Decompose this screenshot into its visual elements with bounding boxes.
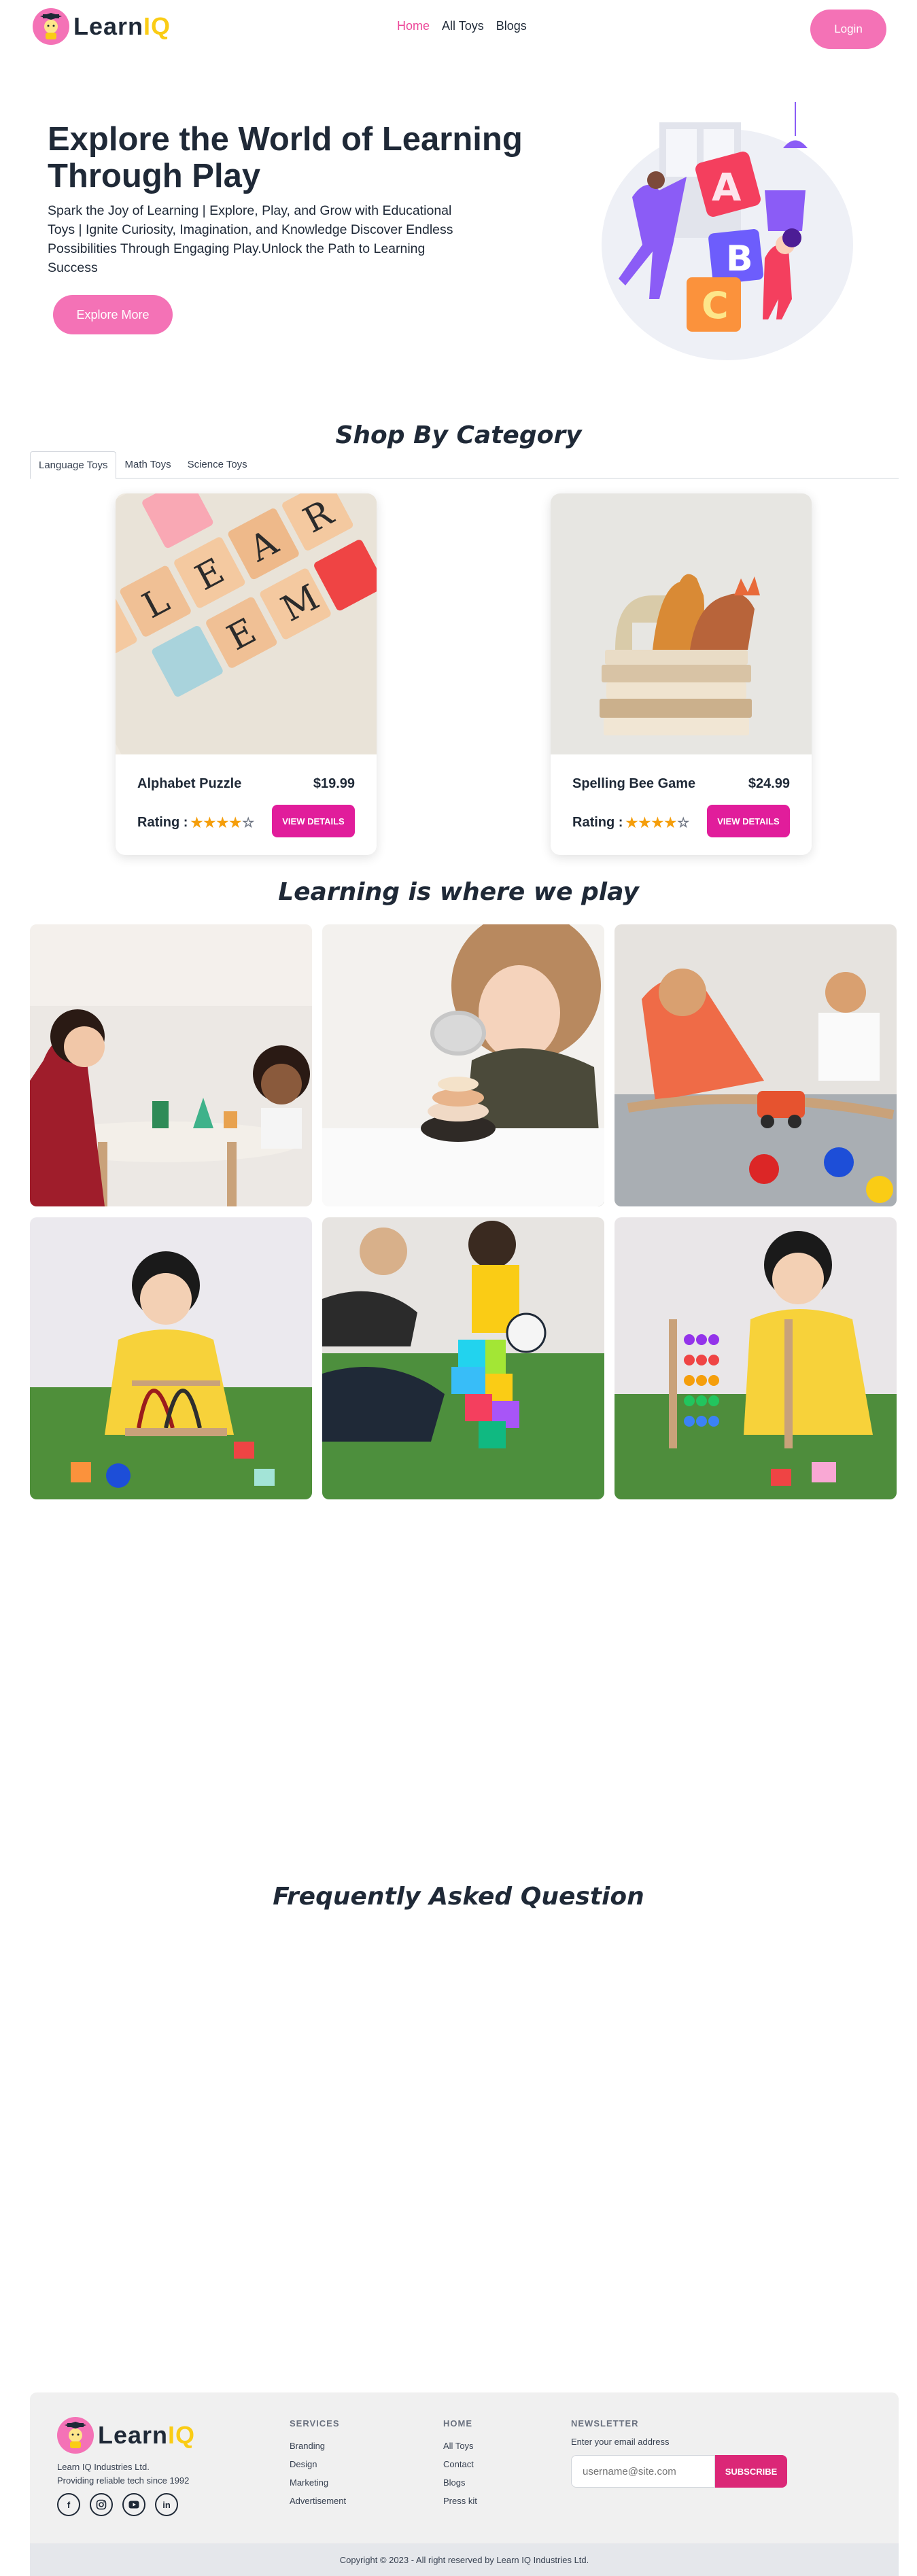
star-icon: ★ <box>203 816 216 831</box>
company-name: Learn IQ Industries Ltd. <box>57 2462 150 2472</box>
star-icon: ★ <box>625 816 638 831</box>
footer-link-advertisement[interactable]: Advertisement <box>290 2496 346 2506</box>
login-button[interactable]: Login <box>810 10 886 49</box>
hero-description: Spark the Joy of Learning | Explore, Pla… <box>48 203 453 275</box>
facebook-icon[interactable]: f <box>57 2493 80 2516</box>
footer-link-marketing[interactable]: Marketing <box>290 2477 346 2488</box>
product-rating: Rating : ★ ★ ★ ★ ☆ <box>572 814 689 831</box>
product-price: $24.99 <box>748 776 790 791</box>
footer-link-press-kit[interactable]: Press kit <box>443 2496 477 2506</box>
newsletter-form: SUBSCRIBE <box>571 2455 787 2488</box>
star-icon: ★ <box>190 816 203 831</box>
newsletter-email-input[interactable] <box>571 2455 715 2488</box>
newsletter-label: Enter your email address <box>571 2437 670 2447</box>
rating-stars: ★ ★ ★ ★ ☆ <box>625 814 689 831</box>
gallery-image-girls-wooden-toys <box>30 924 312 1206</box>
youtube-icon[interactable] <box>122 2493 145 2516</box>
star-icon: ★ <box>651 816 664 831</box>
gallery-image-kids-building-blocks <box>322 1217 604 1499</box>
footer-column-title: SERVICES <box>290 2418 340 2429</box>
brand-logo-link[interactable]: LearnIQ <box>33 8 171 45</box>
gallery-image-boy-toy-train <box>615 924 897 1206</box>
company-tagline: Providing reliable tech since 1992 <box>57 2475 190 2486</box>
half-star-icon: ☆ <box>242 816 255 831</box>
alphabet-puzzle-image: O L E A R E M <box>116 493 377 754</box>
footer-link-branding[interactable]: Branding <box>290 2441 346 2451</box>
view-details-button[interactable]: VIEW DETAILS <box>272 805 355 837</box>
newsletter-title: NEWSLETTER <box>571 2418 639 2429</box>
rating-stars: ★ ★ ★ ★ ☆ <box>190 814 254 831</box>
star-icon: ★ <box>216 816 229 831</box>
faq-title: Frequently Asked Question <box>273 1883 644 1911</box>
footer-column-home: HOME All Toys Contact Blogs Press kit <box>443 2418 477 2514</box>
svg-text:B: B <box>726 239 753 279</box>
product-card: Spelling Bee Game $24.99 Rating : ★ ★ ★ … <box>551 493 812 855</box>
star-icon: ★ <box>638 816 651 831</box>
brand-name: LearnIQ <box>73 12 171 40</box>
instagram-icon[interactable] <box>90 2493 113 2516</box>
footer-brand[interactable]: LearnIQ <box>57 2417 195 2454</box>
nav-links: Home All Toys Blogs <box>397 19 527 33</box>
nav-link-blogs[interactable]: Blogs <box>496 19 527 33</box>
footer-column-title: HOME <box>443 2418 472 2429</box>
spelling-bee-game-image <box>551 493 812 754</box>
gallery-title: Learning is where we play <box>278 878 639 906</box>
category-tabs: Language Toys Math Toys Science Toys <box>30 451 899 479</box>
footer-link-blogs[interactable]: Blogs <box>443 2477 477 2488</box>
tab-math-toys[interactable]: Math Toys <box>116 451 179 478</box>
footer-company-info: Learn IQ Industries Ltd. Providing relia… <box>57 2460 189 2488</box>
star-icon: ★ <box>664 816 677 831</box>
product-price: $19.99 <box>313 776 355 791</box>
nav-link-all-toys[interactable]: All Toys <box>442 19 484 33</box>
rating-label: Rating : <box>572 815 623 830</box>
half-star-icon: ☆ <box>677 816 690 831</box>
star-icon: ★ <box>229 816 242 831</box>
copyright-bar: Copyright © 2023 - All right reserved by… <box>30 2543 899 2576</box>
footer-link-all-toys[interactable]: All Toys <box>443 2441 477 2451</box>
linkedin-icon[interactable]: in <box>155 2493 178 2516</box>
social-links: f in <box>57 2493 178 2516</box>
product-name: Spelling Bee Game <box>572 776 696 791</box>
footer-link-contact[interactable]: Contact <box>443 2459 477 2469</box>
tab-language-toys[interactable]: Language Toys <box>30 451 117 479</box>
subscribe-button[interactable]: SUBSCRIBE <box>715 2455 787 2488</box>
explore-more-button[interactable]: Explore More <box>53 295 173 334</box>
footer-column-services: SERVICES Branding Design Marketing Adver… <box>290 2418 346 2514</box>
product-card: O L E A R E M Alphabet Puzzle $19.99 Rat… <box>116 493 377 855</box>
svg-text:C: C <box>702 284 729 327</box>
hero-abc-blocks-illustration: B C A <box>585 95 857 360</box>
footer-brand-name: LearnIQ <box>98 2421 196 2449</box>
hero-title: Explore the World of Learning Through Pl… <box>48 121 523 194</box>
gallery-image-girl-bead-maze <box>30 1217 312 1499</box>
gallery-image-child-stacking-rings <box>322 924 604 1206</box>
gallery-image-girl-abacus <box>615 1217 897 1499</box>
footer-link-design[interactable]: Design <box>290 2459 346 2469</box>
graduate-mascot-icon <box>57 2417 94 2454</box>
graduate-mascot-icon <box>33 8 69 45</box>
view-details-button[interactable]: VIEW DETAILS <box>707 805 790 837</box>
product-name: Alphabet Puzzle <box>137 776 242 791</box>
product-rating: Rating : ★ ★ ★ ★ ☆ <box>137 814 254 831</box>
navbar: LearnIQ Home All Toys Blogs Login <box>0 0 917 56</box>
footer: LearnIQ Learn IQ Industries Ltd. Providi… <box>30 2392 899 2576</box>
rating-label: Rating : <box>137 815 188 830</box>
svg-text:A: A <box>712 166 742 210</box>
footer-newsletter: NEWSLETTER Enter your email address SUBS… <box>571 2418 787 2488</box>
tab-science-toys[interactable]: Science Toys <box>179 451 256 478</box>
nav-link-home[interactable]: Home <box>397 19 430 33</box>
shop-by-category-title: Shop By Category <box>335 421 582 449</box>
